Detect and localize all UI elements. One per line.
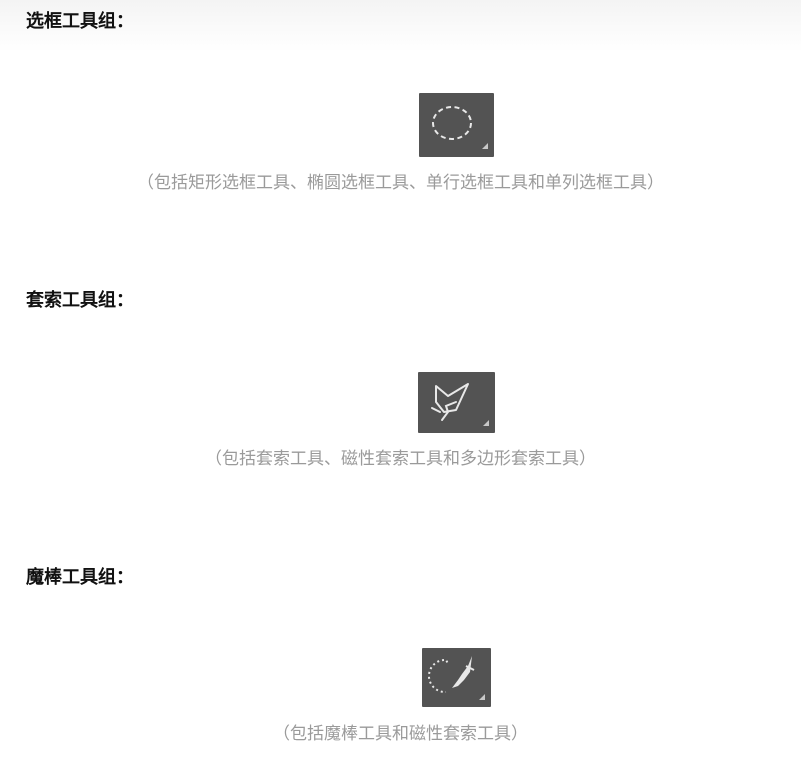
elliptical-marquee-icon [419, 93, 494, 157]
lasso-icon [418, 372, 495, 433]
article-page: 选框工具组： （包括矩形选框工具、椭圆选框工具、单行选框工具和单列选框工具） 套… [0, 0, 801, 762]
section-caption: （包括套索工具、磁性套索工具和多边形套索工具） [205, 449, 596, 469]
magic-wand-icon [422, 648, 491, 707]
section-caption: （包括矩形选框工具、椭圆选框工具、单行选框工具和单列选框工具） [137, 173, 664, 193]
section-heading: 套索工具组： [26, 290, 134, 311]
section-heading: 选框工具组： [26, 11, 134, 32]
section-heading: 魔棒工具组： [26, 567, 134, 588]
section-caption: （包括魔棒工具和磁性套索工具） [273, 724, 528, 744]
